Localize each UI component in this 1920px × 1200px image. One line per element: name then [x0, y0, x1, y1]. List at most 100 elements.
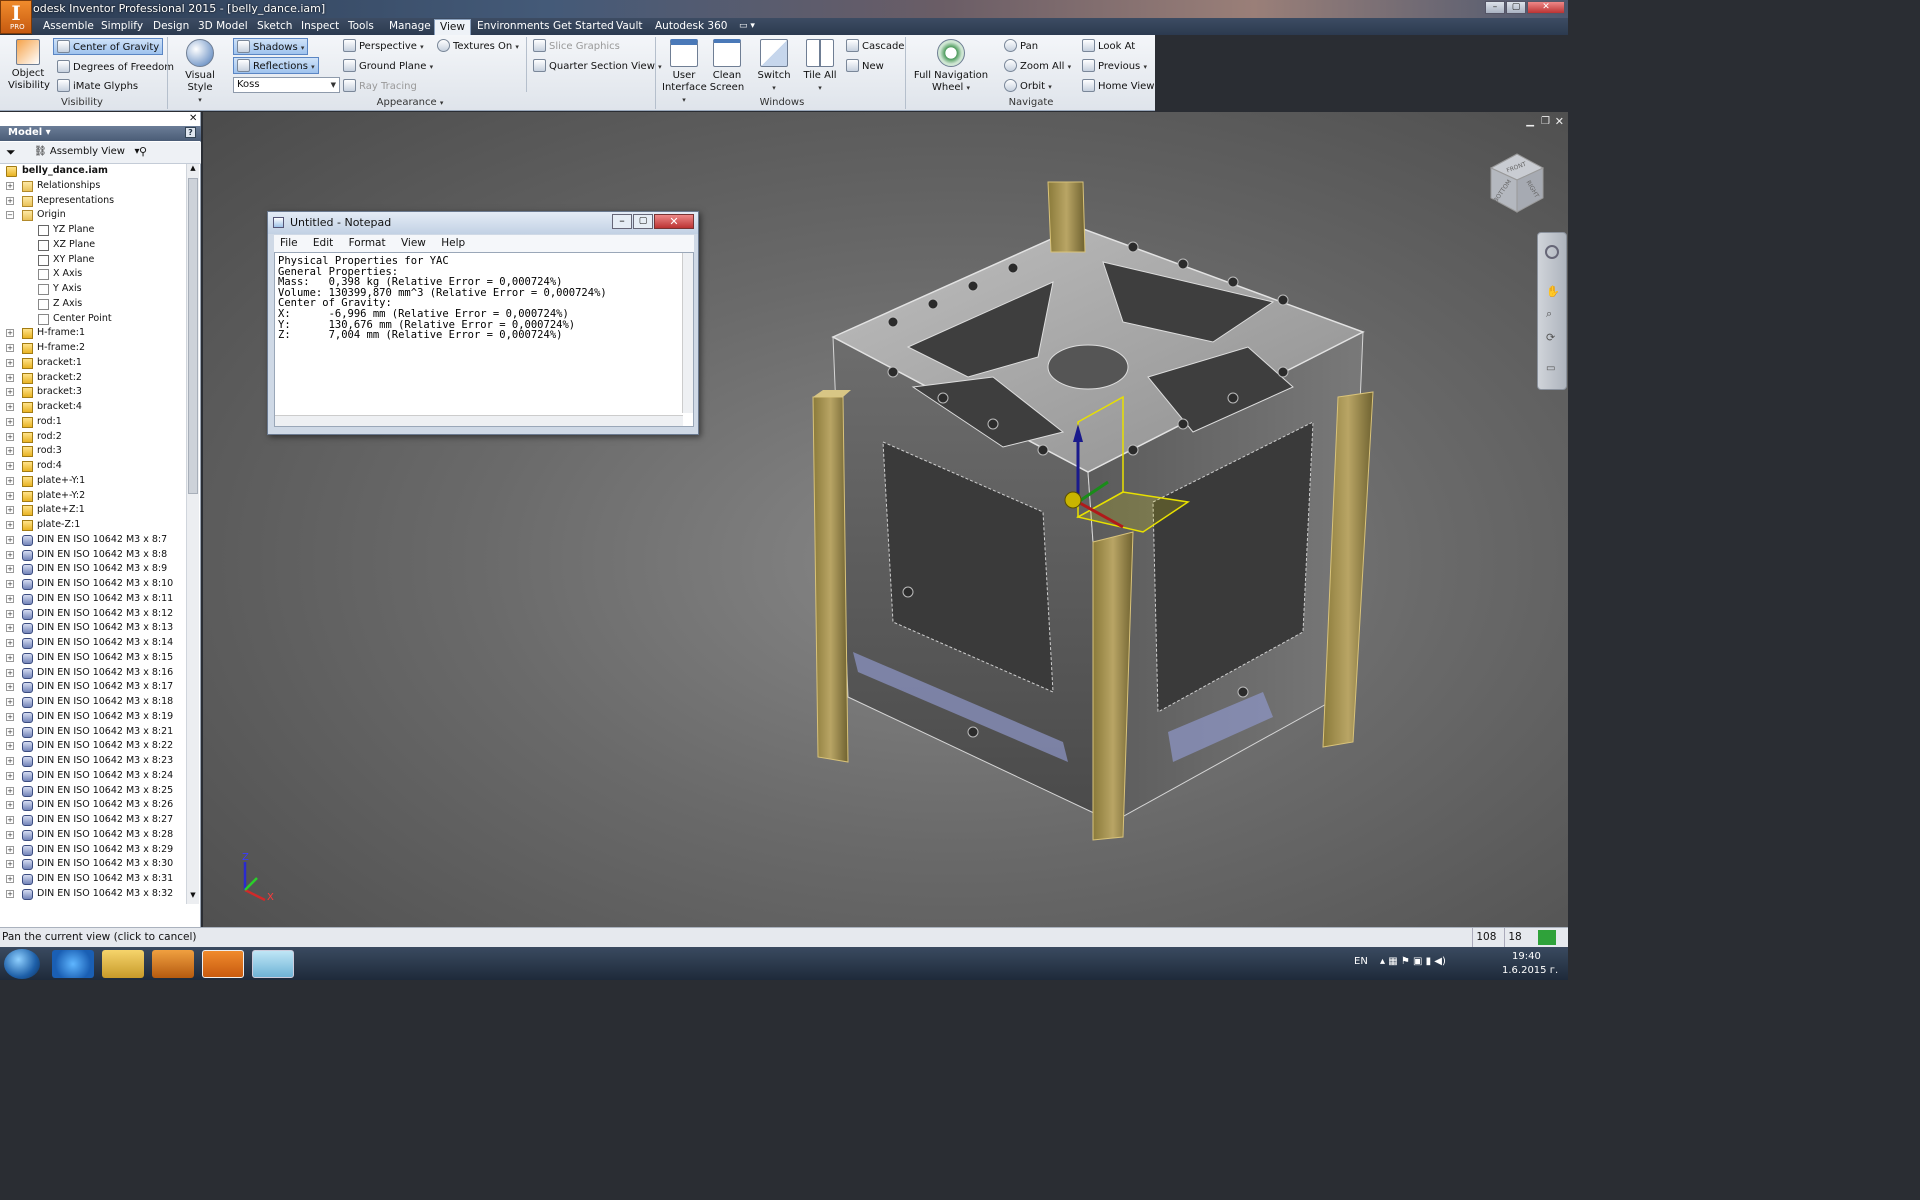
tree-item[interactable]: − Origin: [0, 208, 186, 223]
tree-item[interactable]: + DIN EN ISO 10642 M3 x 8:16: [0, 666, 186, 681]
quarter-section-view-button[interactable]: Quarter Section View ▾: [533, 59, 662, 72]
start-button[interactable]: [4, 949, 40, 979]
notepad-title-bar[interactable]: Untitled - Notepad – ▢ ✕: [268, 212, 698, 234]
tree-expand-icon[interactable]: +: [6, 491, 14, 500]
tree-item[interactable]: + H-frame:1: [0, 326, 186, 341]
clock-date[interactable]: 1.6.2015 г.: [1502, 965, 1558, 976]
tree-item[interactable]: + DIN EN ISO 10642 M3 x 8:28: [0, 828, 186, 843]
look-at-button[interactable]: Look At: [1082, 39, 1135, 52]
tree-expand-icon[interactable]: +: [6, 344, 14, 352]
notepad-close-button[interactable]: ✕: [654, 214, 694, 229]
tree-expand-icon[interactable]: +: [6, 476, 14, 485]
media-player-icon[interactable]: [152, 950, 194, 978]
tree-expand-icon[interactable]: +: [6, 447, 14, 456]
nav-zoom-icon[interactable]: ⌕: [1546, 307, 1552, 321]
cubesat-model[interactable]: [793, 172, 1403, 842]
tree-expand-icon[interactable]: +: [6, 609, 14, 618]
tree-item[interactable]: + DIN EN ISO 10642 M3 x 8:27: [0, 813, 186, 828]
center-of-gravity-button[interactable]: Center of Gravity: [53, 38, 164, 55]
tree-expand-icon[interactable]: +: [6, 594, 14, 603]
tree-expand-icon[interactable]: +: [6, 580, 14, 588]
tree-expand-icon[interactable]: +: [6, 403, 14, 411]
tree-expand-icon[interactable]: +: [6, 683, 14, 692]
tree-expand-icon[interactable]: +: [6, 816, 14, 824]
tree-root[interactable]: belly_dance.iam: [0, 164, 186, 179]
tab-tools[interactable]: Tools: [343, 19, 379, 35]
tree-item[interactable]: XZ Plane: [0, 238, 186, 253]
switch-button[interactable]: Switch ▾: [754, 39, 794, 94]
tree-expand-icon[interactable]: +: [6, 624, 14, 633]
ray-tracing-button[interactable]: Ray Tracing: [343, 79, 417, 92]
tree-item[interactable]: + DIN EN ISO 10642 M3 x 8:26: [0, 798, 186, 813]
minimize-button[interactable]: –: [1485, 1, 1505, 14]
browser-header[interactable]: Model ▾ ?: [0, 126, 201, 141]
tree-expand-icon[interactable]: +: [6, 535, 14, 544]
tree-expand-icon[interactable]: +: [6, 860, 14, 869]
tree-item[interactable]: + bracket:1: [0, 356, 186, 371]
internet-explorer-icon[interactable]: [52, 950, 94, 978]
tree-expand-icon[interactable]: +: [6, 329, 14, 338]
tab-get-started[interactable]: Get Started: [548, 19, 619, 35]
close-button[interactable]: ✕: [1527, 1, 1565, 14]
viewport-close-icon[interactable]: ✕: [1555, 115, 1564, 128]
notepad-menu-format[interactable]: Format: [349, 237, 386, 249]
scroll-up-icon[interactable]: ▲: [187, 164, 199, 176]
notepad-horizontal-scrollbar[interactable]: [275, 415, 683, 426]
tree-expand-icon[interactable]: +: [6, 786, 14, 795]
file-explorer-icon[interactable]: [102, 950, 144, 978]
tree-item[interactable]: + DIN EN ISO 10642 M3 x 8:30: [0, 857, 186, 872]
full-navigation-wheel-button[interactable]: Full Navigation Wheel ▾: [912, 39, 990, 94]
notepad-text-area[interactable]: Physical Properties for YAC General Prope…: [274, 252, 694, 427]
tab-environments[interactable]: Environments: [472, 19, 555, 35]
tree-item[interactable]: + DIN EN ISO 10642 M3 x 8:13: [0, 621, 186, 636]
tree-expand-icon[interactable]: +: [6, 388, 14, 397]
tree-expand-icon[interactable]: +: [6, 712, 14, 721]
tree-expand-icon[interactable]: +: [6, 653, 14, 662]
tree-item[interactable]: + plate+-Y:2: [0, 489, 186, 504]
browser-scrollbar[interactable]: ▲ ▼: [186, 164, 199, 904]
tile-all-button[interactable]: Tile All ▾: [800, 39, 840, 94]
tree-item[interactable]: + DIN EN ISO 10642 M3 x 8:12: [0, 607, 186, 622]
tree-item[interactable]: + plate+-Y:1: [0, 474, 186, 489]
browser-close-icon[interactable]: ✕: [189, 113, 197, 124]
notepad-menu-view[interactable]: View: [401, 237, 426, 249]
tab-assemble[interactable]: Assemble: [38, 19, 99, 35]
tree-item[interactable]: + DIN EN ISO 10642 M3 x 8:25: [0, 784, 186, 799]
slice-graphics-button[interactable]: Slice Graphics: [533, 39, 620, 52]
tab-simplify[interactable]: Simplify: [96, 19, 148, 35]
tree-expand-icon[interactable]: +: [6, 462, 14, 470]
tree-expand-icon[interactable]: +: [6, 506, 14, 515]
tree-item[interactable]: + bracket:2: [0, 371, 186, 386]
browser-help-icon[interactable]: ?: [185, 127, 196, 138]
tree-item[interactable]: YZ Plane: [0, 223, 186, 238]
new-window-button[interactable]: New: [846, 59, 884, 72]
viewport-minimize-icon[interactable]: ▁: [1526, 116, 1534, 127]
tree-item[interactable]: + rod:2: [0, 430, 186, 445]
tab-3d-model[interactable]: 3D Model: [193, 19, 253, 35]
nav-pan-icon[interactable]: ✋: [1546, 285, 1560, 298]
tree-item[interactable]: + rod:1: [0, 415, 186, 430]
notepad-menu-file[interactable]: File: [280, 237, 298, 249]
tree-item[interactable]: + DIN EN ISO 10642 M3 x 8:29: [0, 843, 186, 858]
tree-expand-icon[interactable]: +: [6, 373, 14, 382]
shadows-button[interactable]: Shadows ▾: [233, 38, 309, 55]
tree-expand-icon[interactable]: +: [6, 565, 14, 574]
tab-manage[interactable]: Manage: [384, 19, 436, 35]
tree-item[interactable]: + DIN EN ISO 10642 M3 x 8:18: [0, 695, 186, 710]
textures-on-button[interactable]: Textures On ▾: [437, 39, 519, 52]
tree-expand-icon[interactable]: +: [6, 521, 14, 529]
view-cube[interactable]: FRONT BOTTOM RIGHT: [1487, 150, 1545, 214]
cascade-button[interactable]: Cascade: [846, 39, 904, 52]
tree-item[interactable]: + DIN EN ISO 10642 M3 x 8:9: [0, 562, 186, 577]
tree-expand-icon[interactable]: +: [6, 698, 14, 706]
tree-item[interactable]: + DIN EN ISO 10642 M3 x 8:14: [0, 636, 186, 651]
tree-item[interactable]: + H-frame:2: [0, 341, 186, 356]
tab-view[interactable]: View: [434, 19, 471, 35]
tree-expand-icon[interactable]: +: [6, 801, 14, 810]
nav-orbit-icon[interactable]: ⟳: [1546, 331, 1555, 344]
tree-item[interactable]: X Axis: [0, 267, 186, 282]
tree-item[interactable]: + rod:3: [0, 444, 186, 459]
tab-sketch[interactable]: Sketch: [252, 19, 297, 35]
tree-expand-icon[interactable]: +: [6, 845, 14, 854]
previous-view-button[interactable]: Previous ▾: [1082, 59, 1147, 72]
